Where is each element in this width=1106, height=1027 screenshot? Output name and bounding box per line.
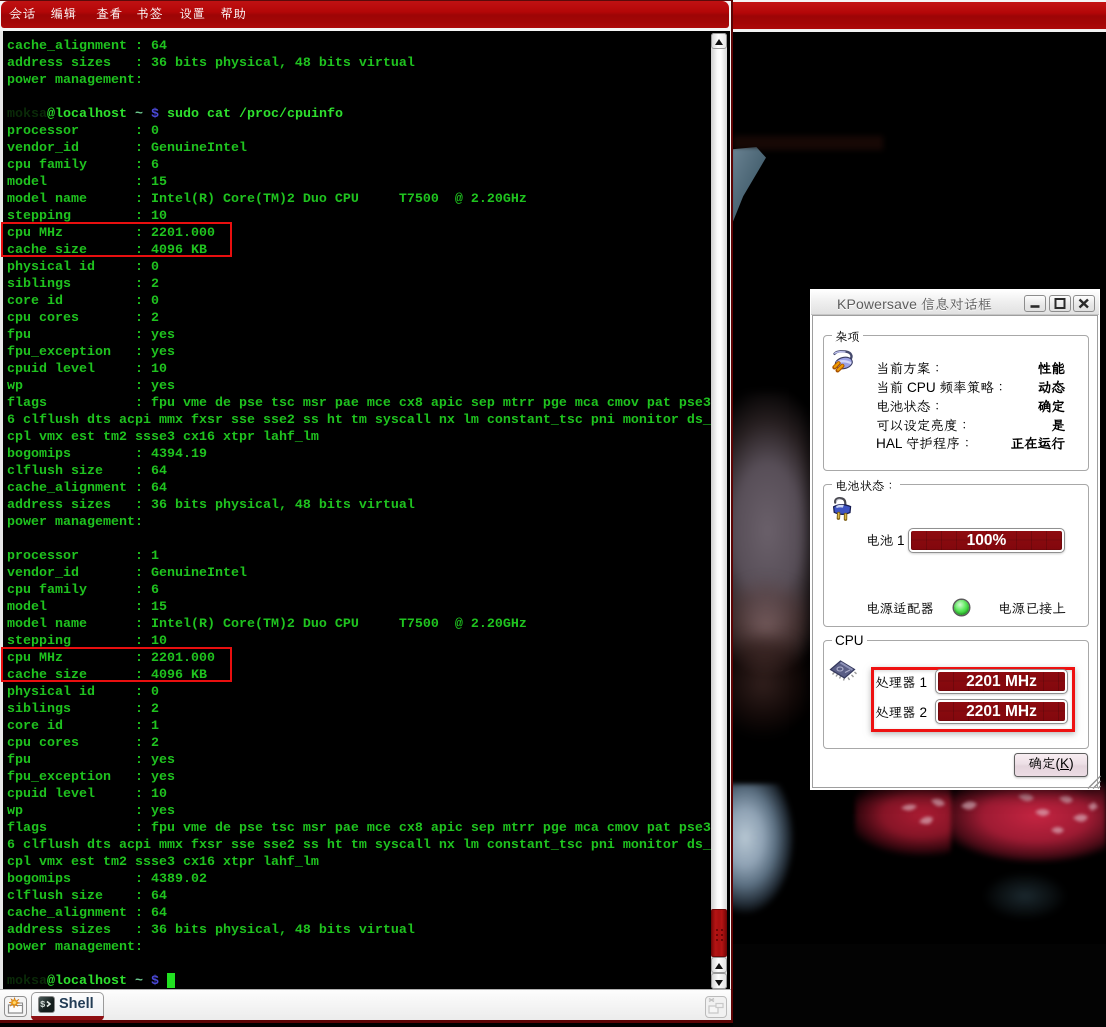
svg-text:$: $ xyxy=(40,1000,46,1010)
